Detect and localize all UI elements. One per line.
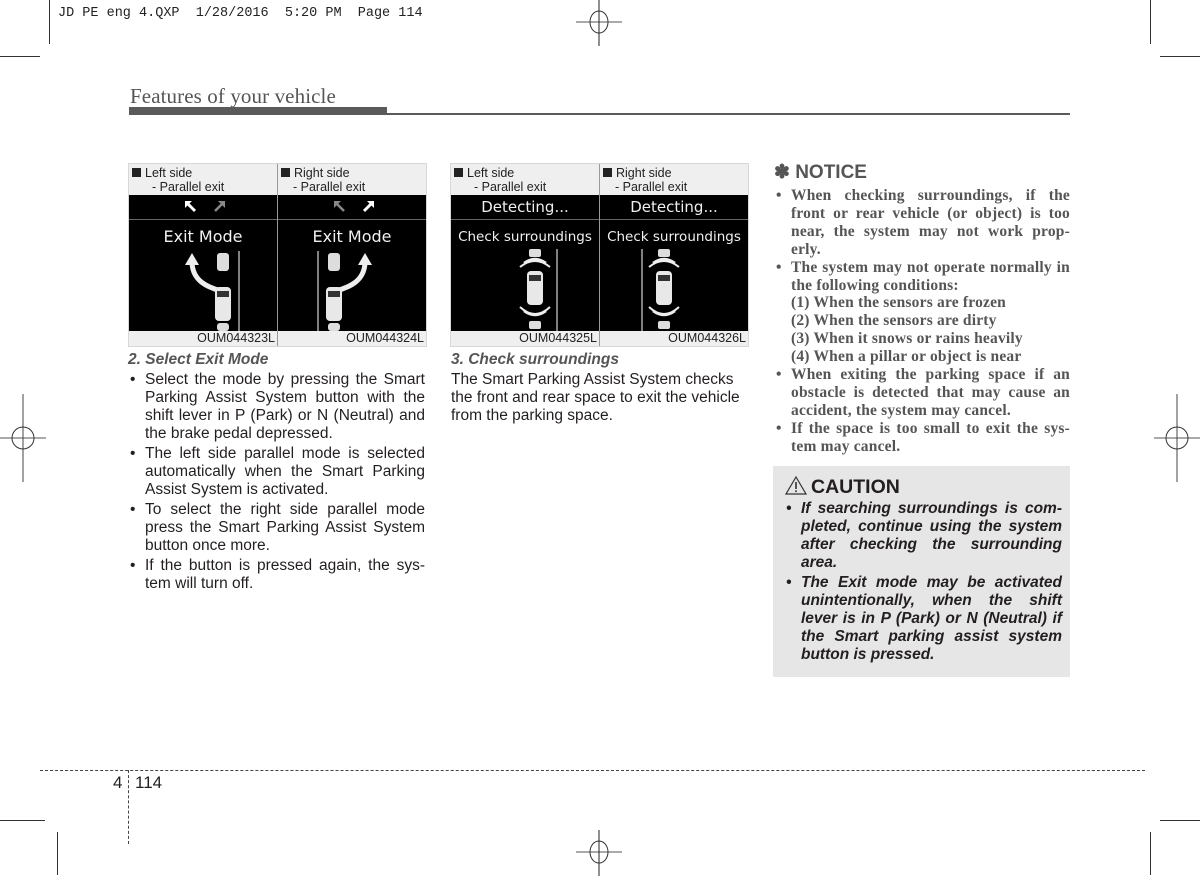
- display-screen: Detecting... Check surroundings: [451, 195, 599, 331]
- detecting-status: Detecting...: [630, 198, 718, 216]
- figure-panel-left: Left side - Parallel exit Detecting... C…: [451, 164, 599, 346]
- print-slug: JD PE eng 4.QXP 1/28/2016 5:20 PM Page 1…: [58, 6, 423, 21]
- list-item: If the button is pressed again, the sys-…: [128, 557, 425, 593]
- car-sensor-illustration: [641, 249, 680, 331]
- screen-top-band: Detecting...: [600, 195, 748, 220]
- warning-triangle-icon: [784, 475, 808, 495]
- figure-code: OUM044325L: [519, 331, 597, 345]
- display-screen: Detecting... Check surroundings: [600, 195, 748, 331]
- list-item: When checking surroundings, if the front…: [774, 187, 1070, 259]
- registration-mark-icon: [576, 830, 622, 876]
- chapter-number: 4: [113, 773, 123, 792]
- figure-code: OUM044323L: [197, 331, 275, 345]
- section-select-exit-mode: 2. Select Exit Mode Select the mode by p…: [128, 351, 425, 593]
- list-item: If searching surroundings is com-pleted,…: [784, 500, 1062, 572]
- figure-caption: Right side - Parallel exit: [603, 166, 687, 194]
- car-exit-illustration: [185, 251, 240, 331]
- notice-heading: ✽ NOTICE: [774, 162, 867, 183]
- footer-rule: [40, 770, 1145, 771]
- square-bullet-icon: [132, 168, 141, 177]
- crop-mark: [49, 0, 50, 44]
- screen-top-band: [278, 195, 426, 220]
- footer-divider: [128, 770, 129, 844]
- exit-arrows-icon: [334, 201, 374, 213]
- figure-panel-right: Right side - Parallel exit Detecting... …: [600, 164, 748, 346]
- crop-mark: [1160, 820, 1200, 821]
- figure-check-surroundings: Left side - Parallel exit Detecting... C…: [450, 163, 749, 347]
- condition-item: (4) When a pillar or object is near: [791, 348, 1022, 366]
- screen-top-band: [129, 195, 277, 220]
- list-item: If the space is too small to exit the sy…: [774, 420, 1070, 456]
- registration-mark-icon: [0, 394, 46, 482]
- figure-caption: Left side - Parallel exit: [454, 166, 546, 194]
- figure-code: OUM044324L: [346, 331, 424, 345]
- crop-mark: [57, 832, 58, 875]
- exit-arrows-icon: [185, 201, 225, 213]
- screen-message: Exit Mode: [163, 227, 243, 246]
- registration-mark-icon: [576, 0, 622, 46]
- section-check-surroundings: 3. Check surroundings The Smart Parking …: [451, 351, 748, 425]
- notice-box: ✽ NOTICE When checking surroundings, if …: [774, 161, 1070, 456]
- header-rule: [387, 113, 1070, 115]
- list-item: The Exit mode may be activated unintenti…: [784, 574, 1062, 664]
- section-heading: 2. Select Exit Mode: [128, 351, 269, 368]
- figure-panel-left: Left side - Parallel exit Exit Mode OUM0…: [129, 164, 277, 346]
- car-exit-illustration: [317, 251, 372, 331]
- screen-message: Check surroundings: [607, 229, 741, 245]
- figure-caption: Right side - Parallel exit: [281, 166, 365, 194]
- figure-exit-mode: Left side - Parallel exit Exit Mode OUM0…: [128, 163, 427, 347]
- section-body: The Smart Parking Assist System checks t…: [451, 371, 740, 424]
- list-item: Select the mode by pressing the Smart Pa…: [128, 371, 425, 443]
- bullet-list: Select the mode by pressing the Smart Pa…: [128, 371, 425, 593]
- caution-heading: CAUTION: [784, 475, 900, 499]
- figure-caption: Left side - Parallel exit: [132, 166, 224, 194]
- car-sensor-illustration: [519, 249, 558, 331]
- page-number: 114: [135, 773, 163, 792]
- registration-mark-icon: [1154, 394, 1200, 482]
- asterisk-icon: ✽: [774, 162, 790, 183]
- display-screen: Exit Mode: [129, 195, 277, 331]
- detecting-status: Detecting...: [481, 198, 569, 216]
- figure-panel-right: Right side - Parallel exit Exit Mode OUM…: [278, 164, 426, 346]
- crop-mark: [1150, 832, 1151, 875]
- condition-item: (2) When the sensors are dirty: [791, 312, 997, 330]
- crop-mark: [1150, 0, 1151, 44]
- figure-code: OUM044326L: [668, 331, 746, 345]
- crop-mark: [1160, 56, 1200, 57]
- screen-message: Check surroundings: [458, 229, 592, 245]
- square-bullet-icon: [454, 168, 463, 177]
- caution-box: CAUTION If searching surroundings is com…: [773, 466, 1070, 677]
- screen-top-band: Detecting...: [451, 195, 599, 220]
- header-rule: [129, 107, 387, 115]
- condition-item: (1) When the sensors are frozen: [791, 294, 1006, 312]
- square-bullet-icon: [603, 168, 612, 177]
- display-screen: Exit Mode: [278, 195, 426, 331]
- section-heading: 3. Check surroundings: [451, 351, 619, 368]
- list-item: When exiting the parking space if an obs…: [774, 366, 1070, 420]
- list-item: The system may not operate normally in t…: [774, 259, 1070, 366]
- screen-message: Exit Mode: [312, 227, 392, 246]
- page-header-title: Features of your vehicle: [130, 84, 336, 108]
- square-bullet-icon: [281, 168, 290, 177]
- condition-item: (3) When it snows or rains heavily: [791, 330, 1023, 348]
- crop-mark: [0, 820, 45, 821]
- crop-mark: [0, 56, 40, 57]
- caution-list: If searching surroundings is com-pleted,…: [784, 500, 1062, 664]
- list-item: The left side parallel mode is selected …: [128, 445, 425, 499]
- list-item: To select the right side parallel mode p…: [128, 501, 425, 555]
- notice-body: When checking surroundings, if the front…: [774, 187, 1070, 456]
